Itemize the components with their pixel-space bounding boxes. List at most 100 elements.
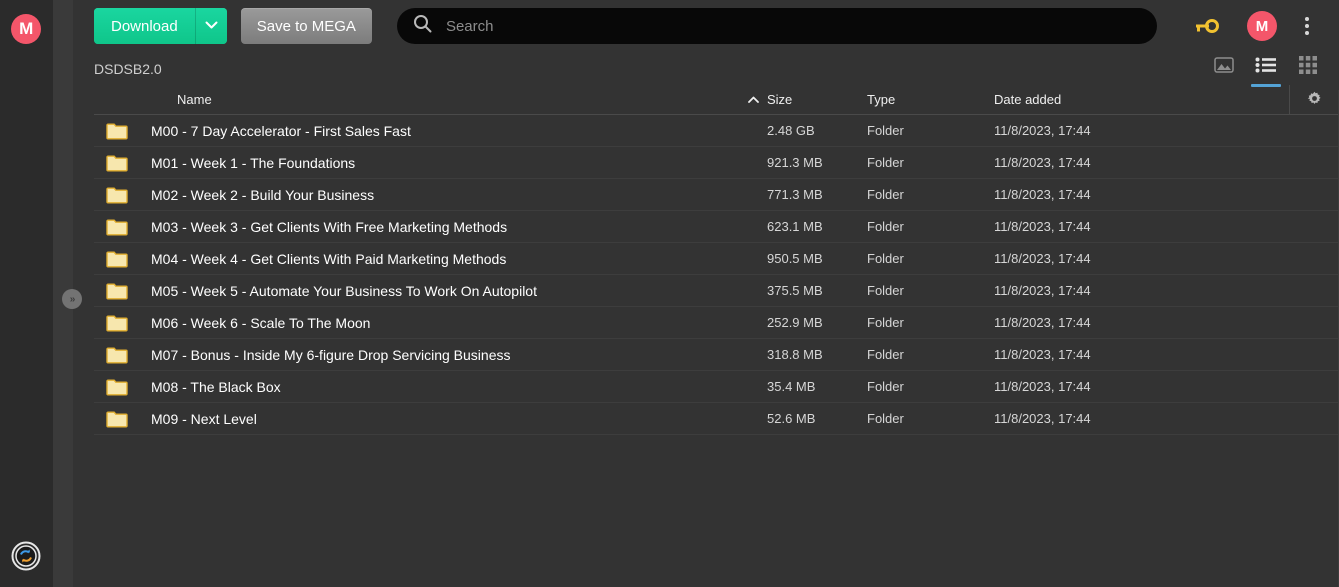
row-type-cell: Folder <box>867 283 904 298</box>
list-view-toggle[interactable] <box>1251 56 1281 87</box>
kebab-dot <box>1305 24 1309 28</box>
row-name-cell[interactable]: M08 - The Black Box <box>94 378 767 396</box>
download-button[interactable]: Download <box>94 8 195 44</box>
row-name-label: M01 - Week 1 - The Foundations <box>151 154 356 171</box>
avatar[interactable]: M <box>1247 11 1277 41</box>
row-name-label: M00 - 7 Day Accelerator - First Sales Fa… <box>151 122 411 139</box>
mega-logo-label: M <box>19 19 33 38</box>
kebab-menu-icon[interactable] <box>1289 8 1325 44</box>
table-row[interactable]: M04 - Week 4 - Get Clients With Paid Mar… <box>94 243 1339 275</box>
row-date-cell: 11/8/2023, 17:44 <box>994 379 1091 394</box>
table-row[interactable]: M01 - Week 1 - The Foundations 921.3 MB … <box>94 147 1339 179</box>
row-name-cell[interactable]: M05 - Week 5 - Automate Your Business To… <box>94 282 767 300</box>
table-row[interactable]: M03 - Week 3 - Get Clients With Free Mar… <box>94 211 1339 243</box>
sidebar-expand-label: » <box>69 293 75 305</box>
row-name-cell[interactable]: M06 - Week 6 - Scale To The Moon <box>94 314 767 332</box>
image-icon <box>1214 57 1234 78</box>
mega-file-browser: M » Download Save to MEGA Search M DSDSB… <box>0 0 1339 587</box>
row-size-cell: 921.3 MB <box>767 155 823 170</box>
folder-icon <box>106 154 128 172</box>
row-type-cell: Folder <box>867 379 904 394</box>
row-type-cell: Folder <box>867 123 904 138</box>
table-row[interactable]: M07 - Bonus - Inside My 6-figure Drop Se… <box>94 339 1339 371</box>
avatar-label: M <box>1255 17 1269 35</box>
folder-icon <box>106 250 128 268</box>
gear-icon <box>1307 91 1322 109</box>
row-date-cell: 11/8/2023, 17:44 <box>994 283 1091 298</box>
column-header-type[interactable]: Type <box>867 92 994 107</box>
table-row[interactable]: M05 - Week 5 - Automate Your Business To… <box>94 275 1339 307</box>
kebab-dot <box>1305 31 1309 35</box>
row-date-cell: 11/8/2023, 17:44 <box>994 123 1091 138</box>
row-size-cell: 623.1 MB <box>767 219 823 234</box>
sort-ascending-icon[interactable] <box>739 96 767 103</box>
search-bar[interactable]: Search <box>396 8 1157 44</box>
kebab-dot <box>1305 17 1309 21</box>
save-to-mega-button[interactable]: Save to MEGA <box>240 8 372 44</box>
row-name-cell[interactable]: M04 - Week 4 - Get Clients With Paid Mar… <box>94 250 767 268</box>
download-button-label: Download <box>111 17 178 35</box>
row-size-cell: 2.48 GB <box>767 123 815 138</box>
column-header-date-added[interactable]: Date added <box>994 92 1289 107</box>
row-size-cell: 52.6 MB <box>767 411 816 426</box>
row-type-cell: Folder <box>867 155 904 170</box>
grid-view-toggle[interactable] <box>1295 56 1321 82</box>
row-name-cell[interactable]: M03 - Week 3 - Get Clients With Free Mar… <box>94 218 767 236</box>
row-date-cell: 11/8/2023, 17:44 <box>994 411 1091 426</box>
sync-status-icon[interactable] <box>11 541 41 571</box>
folder-icon <box>106 218 128 236</box>
row-date-cell: 11/8/2023, 17:44 <box>994 219 1091 234</box>
row-name-label: M03 - Week 3 - Get Clients With Free Mar… <box>151 218 508 235</box>
download-button-group[interactable]: Download <box>94 8 227 44</box>
view-toggle-group <box>1211 56 1329 87</box>
row-date-cell: 11/8/2023, 17:44 <box>994 155 1091 170</box>
row-name-cell[interactable]: M00 - 7 Day Accelerator - First Sales Fa… <box>94 122 767 140</box>
row-name-label: M04 - Week 4 - Get Clients With Paid Mar… <box>151 250 507 267</box>
column-header-name[interactable]: Name <box>94 92 739 107</box>
row-type-cell: Folder <box>867 251 904 266</box>
row-type-cell: Folder <box>867 315 904 330</box>
row-name-cell[interactable]: M09 - Next Level <box>94 410 767 428</box>
grid-icon <box>1299 56 1317 79</box>
row-name-label: M05 - Week 5 - Automate Your Business To… <box>151 282 537 299</box>
row-size-cell: 950.5 MB <box>767 251 823 266</box>
column-settings-button[interactable] <box>1289 85 1339 114</box>
breadcrumb-bar: DSDSB2.0 <box>73 52 1339 87</box>
table-row[interactable]: M09 - Next Level 52.6 MB Folder 11/8/202… <box>94 403 1339 435</box>
row-name-cell[interactable]: M01 - Week 1 - The Foundations <box>94 154 767 172</box>
search-input[interactable]: Search <box>446 18 494 35</box>
list-icon <box>1255 57 1277 78</box>
row-size-cell: 375.5 MB <box>767 283 823 298</box>
row-type-cell: Folder <box>867 347 904 362</box>
row-date-cell: 11/8/2023, 17:44 <box>994 315 1091 330</box>
row-name-cell[interactable]: M07 - Bonus - Inside My 6-figure Drop Se… <box>94 346 767 364</box>
folder-icon <box>106 346 128 364</box>
toolbar-actions: M <box>1186 8 1325 44</box>
download-dropdown-button[interactable] <box>194 8 227 44</box>
table-row[interactable]: M08 - The Black Box 35.4 MB Folder 11/8/… <box>94 371 1339 403</box>
row-date-cell: 11/8/2023, 17:44 <box>994 187 1091 202</box>
sidebar-expand-handle[interactable]: » <box>62 289 82 309</box>
folder-icon <box>106 378 128 396</box>
table-row[interactable]: M00 - 7 Day Accelerator - First Sales Fa… <box>94 115 1339 147</box>
row-name-label: M02 - Week 2 - Build Your Business <box>151 186 375 203</box>
row-name-label: M07 - Bonus - Inside My 6-figure Drop Se… <box>151 346 511 363</box>
table-row[interactable]: M02 - Week 2 - Build Your Business 771.3… <box>94 179 1339 211</box>
table-row[interactable]: M06 - Week 6 - Scale To The Moon 252.9 M… <box>94 307 1339 339</box>
chevron-down-icon <box>205 17 218 35</box>
key-icon[interactable] <box>1186 18 1226 34</box>
column-header-size[interactable]: Size <box>767 92 867 107</box>
row-size-cell: 771.3 MB <box>767 187 823 202</box>
save-to-mega-label: Save to MEGA <box>256 17 356 35</box>
folder-icon <box>106 410 128 428</box>
row-name-label: M08 - The Black Box <box>151 378 281 395</box>
row-type-cell: Folder <box>867 411 904 426</box>
mega-logo[interactable]: M <box>11 14 41 44</box>
file-list: Name Size Type Date added M00 - 7 Day Ac… <box>73 85 1339 587</box>
media-view-toggle[interactable] <box>1211 56 1237 82</box>
row-name-cell[interactable]: M02 - Week 2 - Build Your Business <box>94 186 767 204</box>
row-type-cell: Folder <box>867 187 904 202</box>
breadcrumb[interactable]: DSDSB2.0 <box>94 61 162 77</box>
row-size-cell: 318.8 MB <box>767 347 823 362</box>
row-date-cell: 11/8/2023, 17:44 <box>994 251 1091 266</box>
